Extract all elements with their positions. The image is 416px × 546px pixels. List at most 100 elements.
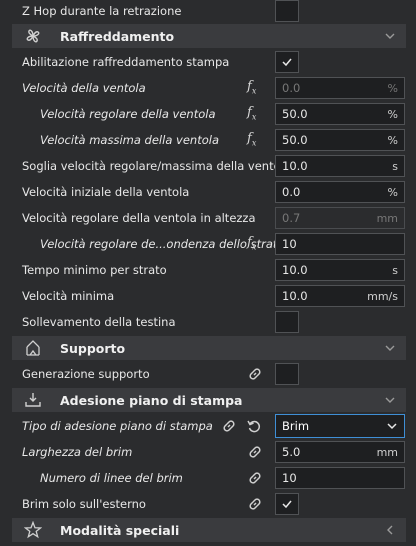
select-value: Brim [282, 419, 310, 433]
brim-width-field[interactable]: 5.0 mm [275, 441, 405, 463]
support-icon [26, 340, 40, 356]
category-support[interactable]: Supporto [12, 336, 406, 360]
category-title: Supporto [60, 340, 126, 356]
setting-label: Tipo di adesione piano di stampa [22, 419, 213, 433]
gen-support-checkbox[interactable] [275, 363, 299, 385]
check-icon [282, 500, 292, 509]
zhop-checkbox[interactable] [275, 0, 299, 22]
link-icon[interactable] [247, 470, 263, 486]
brim-outside-checkbox[interactable] [275, 493, 299, 515]
field-value: 50.0 [282, 133, 308, 147]
setting-row-enable-cooling: Abilitazione raffreddamento stampa [0, 49, 410, 75]
field-value: 50.0 [282, 107, 308, 121]
setting-label: Generazione supporto [22, 367, 150, 381]
adhesion-type-select[interactable]: Brim [275, 414, 405, 438]
setting-row-fan-regular: Velocità regolare della ventola fx 50.0 … [0, 101, 410, 127]
category-title: Adesione piano di stampa [60, 392, 243, 408]
field-value: 10.0 [282, 159, 308, 173]
field-unit: s [392, 263, 398, 277]
function-fx-icon[interactable]: fx [247, 235, 263, 253]
brim-lines-field[interactable]: 10 [275, 467, 405, 489]
setting-row-fan-height: Velocità regolare della ventola in altez… [0, 205, 410, 231]
field-value: 0.0 [282, 81, 301, 95]
category-cooling[interactable]: Raffreddamento [12, 24, 406, 48]
link-icon[interactable] [247, 366, 263, 382]
fan-max-field[interactable]: 50.0 % [275, 129, 405, 151]
field-unit: mm [376, 211, 398, 225]
min-speed-field[interactable]: 10.0 mm/s [275, 285, 405, 307]
check-icon [282, 58, 292, 67]
chevron-left-icon [387, 525, 393, 535]
function-fx-icon[interactable]: fx [247, 79, 263, 97]
field-value: 0.7 [282, 211, 301, 225]
setting-label: Velocità della ventola [22, 81, 146, 95]
field-unit: mm/s [367, 289, 398, 303]
field-unit: % [387, 107, 398, 121]
setting-label: Velocità iniziale della ventola [22, 185, 190, 199]
fan-layer-field[interactable]: 10 [275, 233, 405, 255]
setting-label: Velocità regolare della ventola [40, 107, 216, 121]
setting-row-brim-lines: Numero di linee del brim 10 [0, 465, 410, 491]
field-value: 10.0 [282, 263, 308, 277]
setting-label: Numero di linee del brim [40, 471, 183, 485]
min-layer-time-field[interactable]: 10.0 s [275, 259, 405, 281]
reset-icon[interactable] [246, 418, 262, 434]
lift-head-checkbox[interactable] [275, 311, 299, 333]
category-title: Modalità speciali [60, 522, 180, 538]
setting-label: Velocità regolare della ventola in altez… [22, 211, 256, 225]
setting-label: Sollevamento della testina [22, 315, 176, 329]
setting-label: Larghezza del brim [22, 445, 133, 459]
link-icon[interactable] [247, 496, 263, 512]
settings-panel: Z Hop durante la retrazione Raffreddamen… [0, 0, 416, 546]
chevron-down-icon [387, 423, 397, 430]
field-unit: % [387, 133, 398, 147]
setting-row-fan-layer: Velocità regolare de...ondenza dello str… [0, 231, 410, 257]
chevron-down-icon [385, 33, 395, 39]
setting-label: Velocità massima della ventola [40, 133, 219, 147]
fan-height-field[interactable]: 0.7 mm [275, 207, 405, 229]
category-adhesion[interactable]: Adesione piano di stampa [12, 388, 406, 412]
field-value: 10 [282, 471, 297, 485]
chevron-down-icon [385, 397, 395, 403]
initial-fan-field[interactable]: 0.0 % [275, 181, 405, 203]
link-icon[interactable] [247, 444, 263, 460]
field-unit: % [387, 185, 398, 199]
setting-row-fan-max: Velocità massima della ventola fx 50.0 % [0, 127, 410, 153]
setting-row-threshold: Soglia velocità regolare/massima della v… [0, 153, 410, 179]
fan-speed-field[interactable]: 0.0 % [275, 77, 405, 99]
setting-label: Brim solo sull'esterno [22, 497, 146, 511]
setting-row-adhesion-type: Tipo di adesione piano di stampa Brim [0, 413, 410, 439]
setting-row-lift-head: Sollevamento della testina [0, 309, 410, 335]
function-fx-icon[interactable]: fx [247, 105, 263, 123]
field-unit: % [387, 81, 398, 95]
field-value: 10.0 [282, 289, 308, 303]
category-special[interactable]: Modalità speciali [12, 518, 406, 542]
link-icon[interactable] [221, 418, 237, 434]
setting-row-initial-fan: Velocità iniziale della ventola 0.0 % [0, 179, 410, 205]
field-value: 0.0 [282, 185, 301, 199]
threshold-field[interactable]: 10.0 s [275, 155, 405, 177]
setting-label: Z Hop durante la retrazione [22, 4, 182, 18]
setting-label: Soglia velocità regolare/massima della v… [22, 159, 291, 173]
setting-row-brim-width: Larghezza del brim 5.0 mm [0, 439, 410, 465]
field-value: 10 [282, 237, 297, 251]
fan-regular-field[interactable]: 50.0 % [275, 103, 405, 125]
setting-row-brim-outside: Brim solo sull'esterno [0, 491, 410, 517]
setting-row-min-speed: Velocità minima 10.0 mm/s [0, 283, 410, 309]
setting-label: Abilitazione raffreddamento stampa [22, 55, 230, 69]
setting-label: Tempo minimo per strato [22, 263, 167, 277]
fan-icon [26, 29, 40, 43]
star-icon [24, 521, 42, 539]
category-title: Raffreddamento [60, 28, 175, 44]
adhesion-icon [25, 393, 41, 407]
setting-label: Velocità minima [22, 289, 115, 303]
function-fx-icon[interactable]: fx [247, 131, 263, 149]
field-unit: mm [376, 445, 398, 459]
setting-row-fan-speed: Velocità della ventola fx 0.0 % [0, 75, 410, 101]
field-value: 5.0 [282, 445, 301, 459]
setting-row-zhop: Z Hop durante la retrazione [0, 0, 410, 24]
enable-cooling-checkbox[interactable] [275, 51, 299, 73]
setting-row-gen-support: Generazione supporto [0, 361, 410, 387]
setting-row-min-layer-time: Tempo minimo per strato 10.0 s [0, 257, 410, 283]
chevron-down-icon [385, 345, 395, 351]
